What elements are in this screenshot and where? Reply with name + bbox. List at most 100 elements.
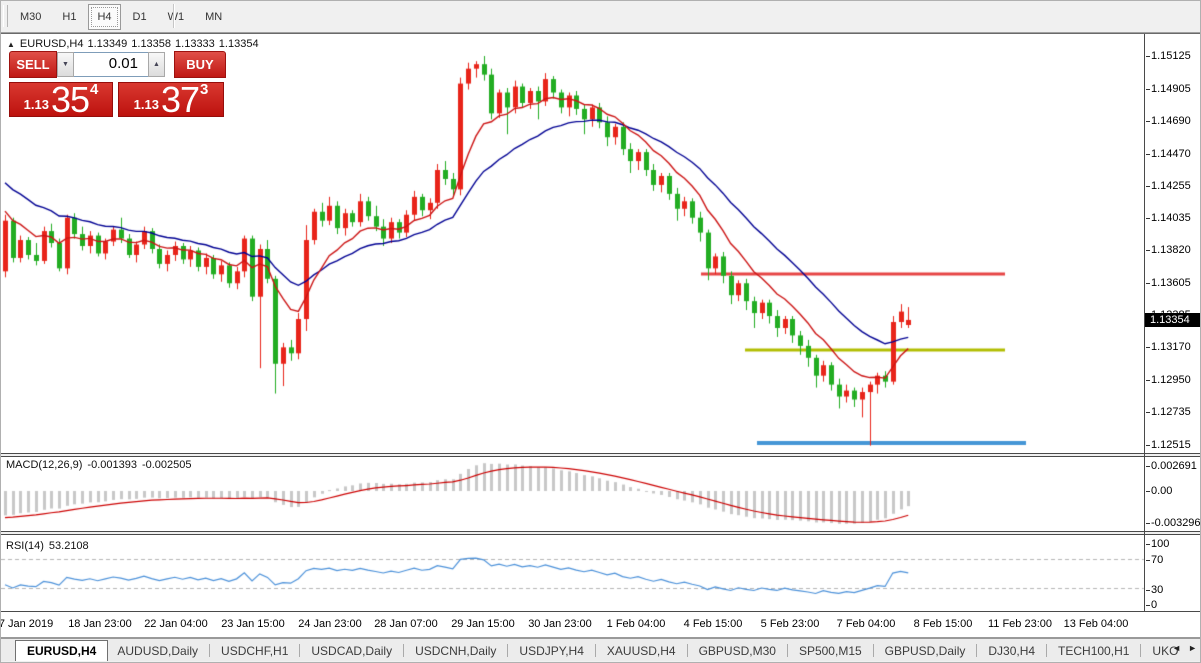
ohlc-high-value: 1.13358	[131, 38, 171, 50]
date-axis-label: 28 Jan 07:00	[374, 618, 438, 630]
date-axis-label: 29 Jan 15:00	[451, 618, 515, 630]
tab-tech100-h1[interactable]: TECH100,H1	[1049, 641, 1138, 661]
triangle-up-icon: ▲	[153, 61, 160, 68]
date-axis-label: 17 Jan 2019	[0, 618, 53, 630]
buy-price-big-digits: 37	[161, 85, 199, 115]
volume-increase-button[interactable]: ▲	[148, 52, 165, 77]
date-axis-label: 4 Feb 15:00	[684, 618, 743, 630]
chart-symbol-label: EURUSD,H4	[20, 38, 84, 50]
date-axis-label: 22 Jan 04:00	[144, 618, 208, 630]
macd-axis-label: 0.00	[1151, 485, 1172, 497]
ohlc-close-value: 1.13354	[219, 38, 259, 50]
chart-title: ▲ EURUSD,H4 1.13349 1.13358 1.13333 1.13…	[7, 38, 263, 50]
volume-input[interactable]: 0.01	[74, 52, 148, 77]
volume-decrease-button[interactable]: ▼	[57, 52, 74, 77]
tab-xauusd-h4[interactable]: XAUUSD,H4	[598, 641, 685, 661]
tab-dj30-h4[interactable]: DJ30,H4	[979, 641, 1044, 661]
macd-indicator-label: MACD(12,26,9) -0.001393 -0.002505	[6, 459, 197, 471]
toolbar-separator	[173, 4, 175, 28]
price-axis-label: 1.14035	[1151, 212, 1191, 224]
price-axis-label: 1.13820	[1151, 244, 1191, 256]
price-axis-label: 1.15125	[1151, 50, 1191, 62]
tab-usdchf-h1[interactable]: USDCHF,H1	[212, 641, 297, 661]
tab-audusd-daily[interactable]: AUDUSD,Daily	[108, 641, 207, 661]
timeframe-button-H4[interactable]: H4	[88, 4, 120, 30]
tab-separator	[976, 644, 977, 657]
price-axis-label: 1.12515	[1151, 439, 1191, 451]
tab-separator	[873, 644, 874, 657]
macd-axis-label: -0.003296	[1151, 517, 1201, 529]
timeframe-button-MN[interactable]: MN	[196, 4, 231, 30]
timeframe-button-D1[interactable]: D1	[124, 4, 156, 30]
current-price-tag: 1.13354	[1145, 313, 1201, 327]
macd-signal-value: -0.002505	[142, 459, 192, 471]
date-axis-label: 7 Feb 04:00	[837, 618, 896, 630]
price-axis-label: 1.12735	[1151, 406, 1191, 418]
tab-eurusd-h4[interactable]: EURUSD,H4	[15, 640, 108, 661]
date-axis-label: 23 Jan 15:00	[221, 618, 285, 630]
tab-separator	[403, 644, 404, 657]
ohlc-open-value: 1.13349	[88, 38, 128, 50]
tab-separator	[1140, 644, 1141, 657]
rsi-indicator-label: RSI(14) 53.2108	[6, 540, 94, 552]
tab-usdcad-daily[interactable]: USDCAD,Daily	[302, 641, 401, 661]
price-axis-label: 1.12950	[1151, 374, 1191, 386]
timeframe-buttons: M30H1H4D1W1MN	[11, 4, 234, 29]
timeframe-toolbar: M30H1H4D1W1MN	[1, 1, 1201, 33]
tab-gbpusd-daily[interactable]: GBPUSD,Daily	[876, 641, 975, 661]
rsi-axis-label: 30	[1151, 584, 1163, 596]
macd-main-value: -0.001393	[87, 459, 137, 471]
one-click-trade-panel: SELL ▼ 0.01 ▲ BUY 1.13 35 4 1.13 37 3	[9, 51, 228, 117]
tab-scroll-arrows: ◄ ►	[1165, 643, 1197, 653]
rsi-panel-separator[interactable]	[1, 531, 1201, 535]
tab-gbpusd-m30[interactable]: GBPUSD,M30	[690, 641, 785, 661]
price-axis-label: 1.14905	[1151, 83, 1191, 95]
tab-separator	[787, 644, 788, 657]
sell-price-big-digits: 35	[51, 85, 89, 115]
sell-price-prefix: 1.13	[24, 97, 49, 112]
date-axis-label: 18 Jan 23:00	[68, 618, 132, 630]
toolbar-grip[interactable]	[3, 5, 8, 27]
date-axis-label: 30 Jan 23:00	[528, 618, 592, 630]
price-axis-label: 1.13605	[1151, 277, 1191, 289]
tab-separator	[1046, 644, 1047, 657]
buy-price-pip-digit: 3	[200, 81, 208, 98]
chart-tabs-bar: EURUSD,H4AUDUSD,DailyUSDCHF,H1USDCAD,Dai…	[1, 638, 1201, 661]
date-axis-label: 5 Feb 23:00	[761, 618, 820, 630]
buy-price-prefix: 1.13	[134, 97, 159, 112]
ohlc-low-value: 1.13333	[175, 38, 215, 50]
timeframe-button-H1[interactable]: H1	[53, 4, 85, 30]
price-axis-label: 1.14255	[1151, 180, 1191, 192]
trading-platform-window: M30H1H4D1W1MN ▲ EURUSD,H4 1.13349 1.1335…	[0, 0, 1201, 663]
sell-button[interactable]: SELL	[9, 51, 57, 78]
tab-usdcnh-daily[interactable]: USDCNH,Daily	[406, 641, 505, 661]
rsi-axis-label: 0	[1151, 599, 1157, 611]
sell-price-display[interactable]: 1.13 35 4	[9, 82, 113, 117]
price-axis-label: 1.14690	[1151, 115, 1191, 127]
buy-button[interactable]: BUY	[174, 51, 226, 78]
tab-separator	[595, 644, 596, 657]
tab-scroll-left-button[interactable]: ◄	[1172, 643, 1181, 653]
tab-separator	[687, 644, 688, 657]
rsi-axis-label: 100	[1151, 538, 1169, 550]
timeframe-button-W1[interactable]: W1	[159, 4, 194, 30]
timeframe-button-M30[interactable]: M30	[11, 4, 50, 30]
rsi-name: RSI(14)	[6, 540, 44, 552]
tab-usdjpy-h4[interactable]: USDJPY,H4	[510, 641, 592, 661]
date-axis-separator	[1, 611, 1201, 612]
date-axis-label: 1 Feb 04:00	[607, 618, 666, 630]
macd-panel-separator[interactable]	[1, 453, 1201, 457]
tab-separator	[299, 644, 300, 657]
collapse-arrow-icon[interactable]: ▲	[7, 40, 15, 49]
triangle-down-icon: ▼	[62, 61, 69, 68]
tab-separator	[507, 644, 508, 657]
rsi-value: 53.2108	[49, 540, 89, 552]
price-axis-label: 1.13170	[1151, 341, 1191, 353]
date-axis-label: 11 Feb 23:00	[988, 618, 1052, 630]
price-axis-label: 1.14470	[1151, 148, 1191, 160]
tab-scroll-right-button[interactable]: ►	[1188, 643, 1197, 653]
tab-sp500-m15[interactable]: SP500,M15	[790, 641, 871, 661]
buy-price-display[interactable]: 1.13 37 3	[118, 82, 224, 117]
date-axis-label: 8 Feb 15:00	[914, 618, 973, 630]
tab-separator	[209, 644, 210, 657]
